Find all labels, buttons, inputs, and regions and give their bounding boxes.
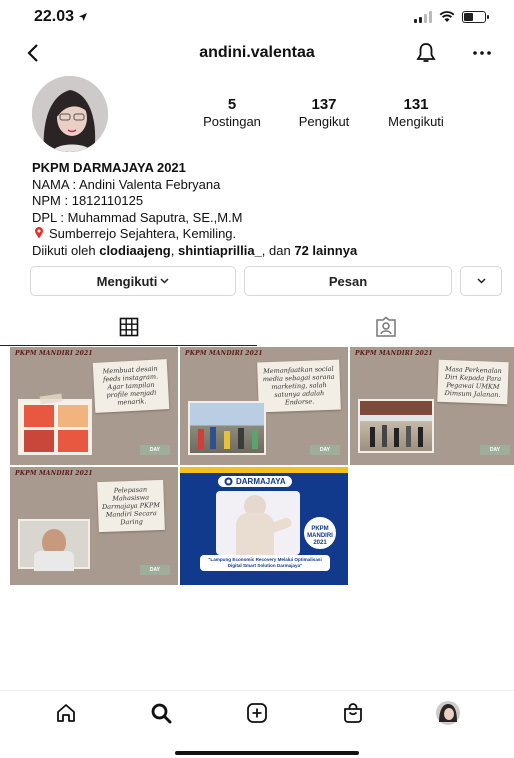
post-day-tag: DAY	[139, 445, 170, 455]
post-thumbnail[interactable]: DARMAJAYA PKPM MANDIRI 2021 "Lampung Eco…	[180, 467, 348, 585]
stat-posts[interactable]: 5 Postingan	[186, 96, 278, 129]
darmajaya-logo: DARMAJAYA	[218, 476, 292, 487]
profile-tabs	[0, 308, 514, 346]
post-photo	[216, 491, 300, 555]
followed-user[interactable]: clodiaajeng	[99, 243, 171, 258]
message-button[interactable]: Pesan	[244, 266, 452, 296]
profile-summary: 5 Postingan 137 Pengikut 131 Mengikuti	[0, 76, 514, 156]
tagged-person-icon	[375, 316, 396, 337]
post-thumbnail[interactable]: PKPM MANDIRI 2021 Membuat desain feeds i…	[10, 347, 178, 465]
status-indicators	[414, 11, 489, 23]
search-icon	[151, 703, 172, 723]
stat-label: Postingan	[203, 114, 261, 129]
profile-actions: Mengikuti Pesan	[30, 266, 502, 296]
post-day-tag: DAY	[139, 565, 170, 575]
post-header: PKPM MANDIRI 2021	[15, 350, 93, 357]
post-thumbnail[interactable]: PKPM MANDIRI 2021 Pelepasan Mahasiswa Da…	[10, 467, 178, 585]
followed-user[interactable]: shintiaprillia_	[178, 243, 262, 258]
bottom-navigation	[0, 690, 514, 734]
post-header: PKPM MANDIRI 2021	[185, 350, 263, 357]
stat-followers[interactable]: 137 Pengikut	[278, 96, 370, 129]
nav-profile[interactable]	[428, 693, 468, 733]
nav-search[interactable]	[141, 693, 181, 733]
post-caption: Membuat desain feeds instagram. Agar tam…	[92, 359, 170, 413]
profile-avatar-icon	[436, 700, 461, 725]
bio-location-line: Sumberrejo Sejahtera, Kemiling.	[32, 226, 502, 243]
followed-prefix: Diikuti oleh	[32, 242, 96, 258]
post-day-tag: DAY	[479, 445, 510, 455]
status-bar: 22.03	[0, 0, 514, 34]
post-caption: Pelepasan Mahasiswa Darmajaya PKPM Mandi…	[97, 479, 165, 533]
stat-number: 137	[311, 96, 337, 113]
stat-label: Mengikuti	[388, 114, 444, 129]
nav-create[interactable]	[237, 693, 277, 733]
profile-bio: PKPM DARMAJAYA 2021 NAMA : Andini Valent…	[32, 160, 502, 259]
bio-line: NPM : 1812110125	[32, 193, 144, 208]
bio-line: DPL : Muhammad Saputra, SE.,M.M	[32, 209, 243, 225]
stat-number: 5	[227, 96, 237, 113]
profile-header: andini.valentaa	[0, 34, 514, 72]
post-header: PKPM MANDIRI 2021	[355, 350, 433, 357]
cellular-signal-icon	[414, 11, 432, 23]
chevron-down-icon	[160, 278, 169, 284]
post-slogan: "Lampung Economic Recovery Melalui Optim…	[200, 555, 330, 571]
grid-icon	[119, 317, 138, 337]
bio-line: NAMA : Andini Valenta Febryana	[32, 176, 221, 192]
profile-avatar[interactable]	[32, 76, 108, 152]
bio-location: Sumberrejo Sejahtera, Kemiling.	[49, 226, 237, 241]
post-graphic	[18, 399, 92, 455]
nav-shop[interactable]	[333, 693, 373, 733]
status-time: 22.03	[34, 8, 75, 25]
followed-count[interactable]: 72 lainnya	[294, 243, 357, 258]
post-photo	[188, 401, 266, 455]
post-thumbnail[interactable]: PKPM MANDIRI 2021 Masa Perkenalan Diri K…	[350, 347, 514, 465]
status-time-group: 22.03	[34, 8, 88, 26]
pkpm-badge: PKPM MANDIRI 2021	[302, 515, 338, 551]
avatar-photo	[32, 76, 108, 152]
post-caption: Memanfaatkan social media sebagai sarana…	[257, 359, 341, 413]
posts-grid: PKPM MANDIRI 2021 Membuat desain feeds i…	[10, 347, 514, 585]
more-options-icon[interactable]	[472, 50, 492, 56]
logo-text: DARMAJAYA	[236, 477, 286, 486]
chevron-down-icon	[476, 278, 486, 284]
campus-logo-icon	[224, 477, 233, 486]
home-icon	[56, 703, 75, 722]
post-thumbnail[interactable]: PKPM MANDIRI 2021 Memanfaatkan social me…	[180, 347, 348, 465]
stat-number: 131	[403, 96, 429, 113]
bio-name: PKPM DARMAJAYA 2021	[32, 160, 186, 175]
location-pin-icon	[35, 227, 43, 239]
post-header: PKPM MANDIRI 2021	[15, 470, 93, 477]
post-day-tag: DAY	[309, 445, 340, 455]
stat-label: Pengikut	[298, 114, 350, 129]
suggested-accounts-button[interactable]	[460, 266, 502, 296]
plus-square-icon	[247, 702, 267, 723]
following-label: Mengikuti	[96, 273, 158, 289]
nav-home[interactable]	[46, 693, 86, 733]
banner-stripe	[180, 467, 348, 473]
tab-grid[interactable]	[0, 308, 257, 346]
followed-by-line[interactable]: Diikuti oleh clodiaajeng, shintiaprillia…	[32, 243, 502, 260]
post-caption: Masa Perkenalan Diri Kepada Para Pegawai…	[437, 359, 509, 405]
battery-icon	[462, 11, 489, 23]
header-actions	[416, 42, 492, 64]
profile-stats: 5 Postingan 137 Pengikut 131 Mengikuti	[186, 96, 462, 129]
back-chevron-icon[interactable]	[26, 43, 40, 63]
home-indicator[interactable]	[175, 751, 359, 755]
post-photo	[18, 519, 90, 571]
post-photo	[358, 399, 434, 453]
shopping-bag-icon	[343, 702, 362, 723]
followed-mid: , dan	[261, 242, 291, 258]
notification-bell-icon[interactable]	[416, 42, 436, 64]
tab-tagged[interactable]	[257, 308, 514, 346]
following-button[interactable]: Mengikuti	[30, 266, 236, 296]
location-arrow-icon	[79, 13, 88, 21]
wifi-icon	[439, 11, 455, 22]
stat-following[interactable]: 131 Mengikuti	[370, 96, 462, 129]
